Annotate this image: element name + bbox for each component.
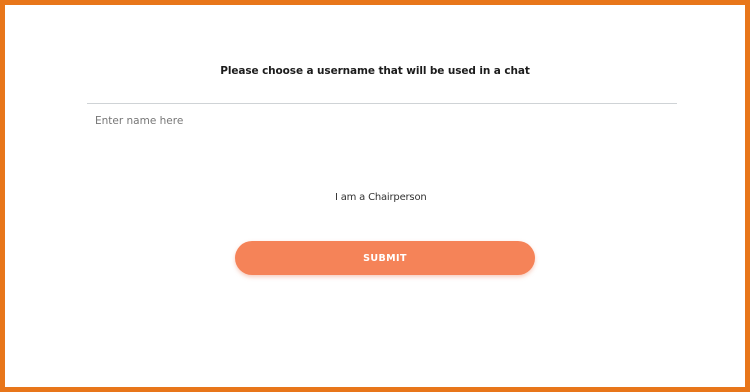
chairperson-role-option[interactable]: I am a Chairperson	[335, 192, 427, 203]
username-input[interactable]	[87, 103, 677, 137]
submit-button[interactable]: SUBMIT	[235, 241, 535, 275]
dialog-heading: Please choose a username that will be us…	[220, 65, 530, 77]
chat-username-dialog: Please choose a username that will be us…	[0, 0, 750, 392]
